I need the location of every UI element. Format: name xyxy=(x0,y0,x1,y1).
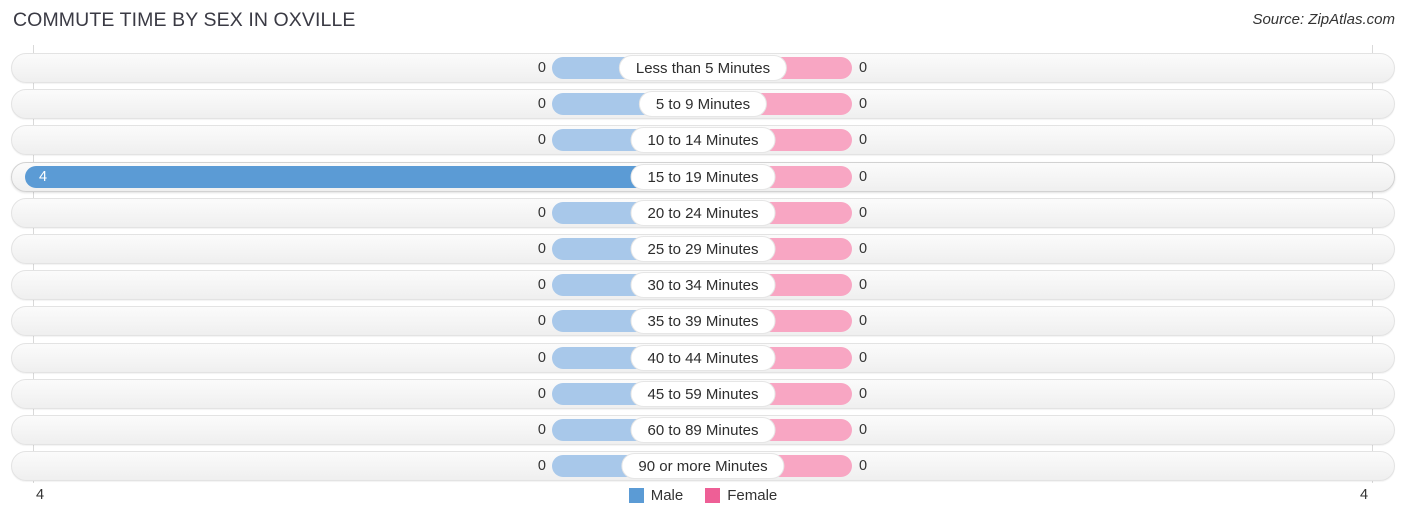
bar-value-female: 0 xyxy=(859,132,868,149)
table-row[interactable]: 4 0 15 to 19 Minutes xyxy=(11,161,1395,192)
bar-value-male: 0 xyxy=(537,349,546,366)
category-label: 35 to 39 Minutes xyxy=(630,308,776,335)
chart-header: COMMUTE TIME BY SEX IN OXVILLE Source: Z… xyxy=(0,0,1406,42)
bar-value-male: 0 xyxy=(537,132,546,149)
bar-value-female: 0 xyxy=(859,421,868,438)
bar-value-male: 0 xyxy=(537,421,546,438)
category-label: Less than 5 Minutes xyxy=(618,55,788,81)
table-row[interactable]: 0 0 90 or more Minutes xyxy=(11,451,1395,482)
category-label: 15 to 19 Minutes xyxy=(630,163,776,190)
bar-value-male: 0 xyxy=(537,240,546,257)
bar-value-male: 0 xyxy=(537,204,546,221)
bar-value-female: 0 xyxy=(859,95,868,112)
category-label: 10 to 14 Minutes xyxy=(630,127,776,154)
table-row[interactable]: 0 0 5 to 9 Minutes xyxy=(11,89,1395,120)
table-row[interactable]: 0 0 25 to 29 Minutes xyxy=(11,234,1395,264)
table-row[interactable]: 0 0 20 to 24 Minutes xyxy=(11,197,1395,228)
bar-value-female: 0 xyxy=(859,168,868,185)
table-row[interactable]: 0 0 10 to 14 Minutes xyxy=(11,125,1395,156)
chart-legend: Male Female xyxy=(0,487,1406,504)
bar-value-female: 0 xyxy=(859,276,868,293)
category-label: 30 to 34 Minutes xyxy=(630,272,776,299)
bar-value-female: 0 xyxy=(859,204,868,221)
category-label: 40 to 44 Minutes xyxy=(630,344,776,371)
category-label: 5 to 9 Minutes xyxy=(638,91,768,118)
bar-value-male: 4 xyxy=(39,168,48,185)
source-attribution: Source: ZipAtlas.com xyxy=(1252,11,1395,28)
bar-value-female: 0 xyxy=(859,240,868,257)
legend-label-male: Male xyxy=(650,487,684,504)
category-label: 25 to 29 Minutes xyxy=(630,236,776,262)
legend-label-female: Female xyxy=(727,487,778,504)
table-row[interactable]: 0 0 45 to 59 Minutes xyxy=(11,378,1395,409)
category-label: 45 to 59 Minutes xyxy=(630,380,776,407)
bar-value-female: 0 xyxy=(859,313,868,330)
category-label: 90 or more Minutes xyxy=(621,453,785,480)
table-row[interactable]: 0 0 60 to 89 Minutes xyxy=(11,415,1395,445)
legend-item-male[interactable]: Male xyxy=(628,487,684,504)
bar-male[interactable] xyxy=(25,165,703,188)
bar-value-female: 0 xyxy=(859,457,868,474)
bar-value-female: 0 xyxy=(859,59,868,76)
table-row[interactable]: 0 0 35 to 39 Minutes xyxy=(11,306,1395,337)
legend-swatch-female-icon xyxy=(705,488,721,503)
bar-value-male: 0 xyxy=(537,313,546,330)
bar-value-male: 0 xyxy=(537,276,546,293)
chart-footer: 4 4 Male Female xyxy=(0,483,1406,523)
bar-value-female: 0 xyxy=(859,349,868,366)
table-row[interactable]: 0 0 40 to 44 Minutes xyxy=(11,342,1395,373)
bar-value-male: 0 xyxy=(537,95,546,112)
bar-value-male: 0 xyxy=(537,385,546,402)
legend-item-female[interactable]: Female xyxy=(705,487,777,504)
bar-value-male: 0 xyxy=(537,59,546,76)
category-label: 60 to 89 Minutes xyxy=(630,417,776,443)
bar-value-male: 0 xyxy=(537,457,546,474)
chart-plot-area: 0 0 Less than 5 Minutes 0 0 5 to 9 Minutes 0 0 1… xyxy=(0,45,1406,483)
table-row[interactable]: 0 0 30 to 34 Minutes xyxy=(11,270,1395,301)
category-label: 20 to 24 Minutes xyxy=(630,199,776,226)
legend-swatch-male-icon xyxy=(628,488,644,503)
bar-value-female: 0 xyxy=(859,385,868,402)
page-title: COMMUTE TIME BY SEX IN OXVILLE xyxy=(13,9,356,31)
table-row[interactable]: 0 0 Less than 5 Minutes xyxy=(11,53,1395,83)
